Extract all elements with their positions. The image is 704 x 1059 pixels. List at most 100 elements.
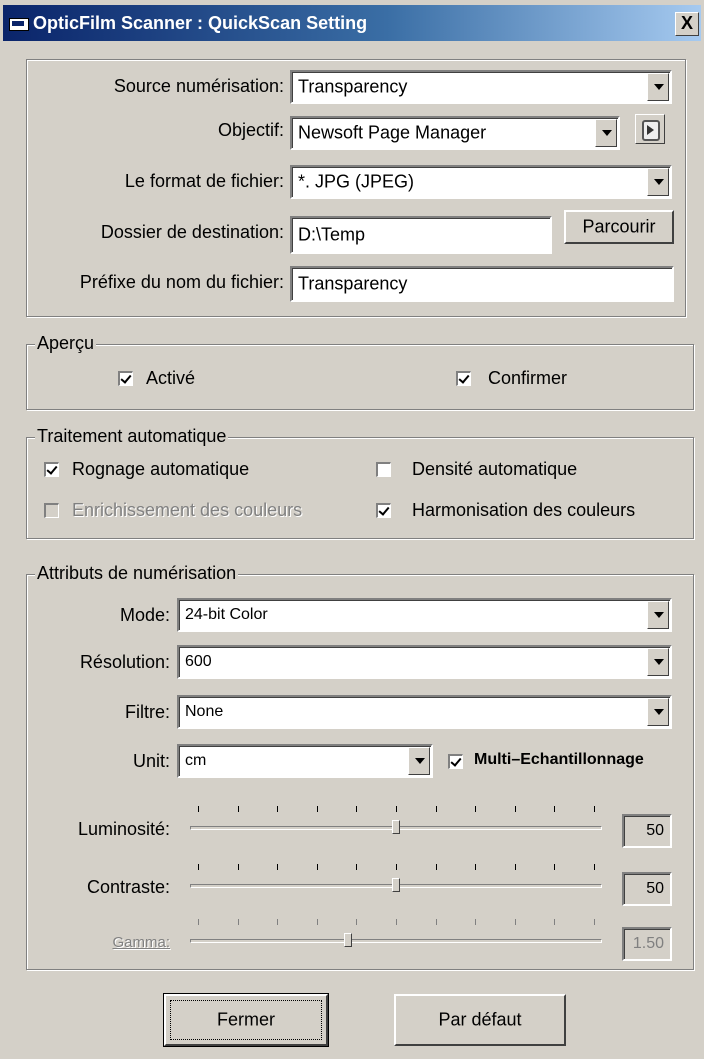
slider-tick	[435, 919, 437, 925]
slider-tick	[594, 864, 595, 870]
mode-label: Mode:	[119, 605, 170, 625]
dest-folder-label: Dossier de destination:	[100, 222, 284, 242]
unit-value: cm	[185, 752, 207, 769]
filter-label: Filtre:	[125, 702, 170, 722]
close-dialog-button-label: Fermer	[217, 1009, 275, 1030]
resolution-label: Résolution:	[79, 652, 170, 672]
window-icon	[9, 18, 29, 31]
multisample-checkbox[interactable]	[448, 754, 463, 769]
objective-value: Newsoft Page Manager	[298, 122, 487, 143]
quickscan-setting-dialog: OpticFilm Scanner : QuickScan Setting X …	[0, 0, 704, 1059]
close-dialog-button[interactable]: Fermer	[163, 993, 329, 1047]
slider-tick	[316, 919, 318, 925]
contrast-label: Contraste:	[86, 877, 170, 897]
resolution-value: 600	[185, 653, 212, 670]
default-button[interactable]: Par défaut	[394, 994, 566, 1046]
slider-tick	[198, 919, 199, 925]
color-harmony-checkbox[interactable]	[376, 503, 391, 518]
unit-select[interactable]: cm	[177, 744, 433, 778]
auto-density-checkbox[interactable]	[376, 462, 391, 477]
file-format-value: *. JPG (JPEG)	[298, 171, 415, 192]
browse-button[interactable]: Parcourir	[564, 210, 674, 244]
contrast-value-box: 50	[622, 872, 672, 906]
slider-tick	[554, 806, 556, 812]
close-button[interactable]: X	[675, 12, 699, 36]
slider-tick	[554, 919, 556, 925]
filter-value: None	[185, 703, 224, 720]
gamma-value: 1.50	[632, 935, 664, 952]
brightness-label: Luminosité:	[77, 819, 170, 839]
source-label: Source numérisation:	[113, 76, 284, 96]
auto-crop-checkbox[interactable]	[44, 462, 59, 477]
auto-processing-group: Traitement automatique	[26, 426, 694, 539]
slider-tick	[277, 806, 279, 812]
chevron-down-icon[interactable]	[647, 648, 669, 676]
resolution-select[interactable]: 600	[177, 645, 672, 679]
slider-tick	[356, 919, 358, 925]
default-button-label: Par défaut	[438, 1009, 522, 1030]
contrast-slider[interactable]	[190, 864, 602, 904]
slider-tick	[396, 806, 397, 812]
slider-tick	[277, 919, 279, 925]
preview-confirm-label: Confirmer	[488, 368, 568, 388]
slider-tick	[594, 806, 595, 812]
color-enrichment-checkbox[interactable]	[44, 503, 59, 518]
slider-tick	[475, 919, 477, 925]
preview-enabled-checkbox[interactable]	[118, 371, 133, 386]
slider-tick	[316, 864, 318, 870]
slider-tick	[316, 806, 318, 812]
slider-tick	[475, 864, 477, 870]
preview-legend: Aperçu	[35, 333, 97, 354]
file-prefix-value: Transparency	[298, 273, 408, 294]
objective-select[interactable]: Newsoft Page Manager	[290, 116, 620, 150]
browse-button-label: Parcourir	[582, 216, 656, 237]
objective-label: Objectif:	[217, 120, 284, 140]
file-format-select[interactable]: *. JPG (JPEG)	[290, 165, 672, 199]
contrast-value: 50	[646, 880, 664, 897]
slider-thumb[interactable]	[392, 878, 400, 892]
chevron-down-icon[interactable]	[647, 73, 669, 101]
slider-tick	[237, 806, 239, 812]
chevron-down-icon[interactable]	[408, 747, 430, 775]
destination-app-icon[interactable]	[635, 114, 665, 144]
brightness-value-box: 50	[622, 814, 672, 848]
chevron-down-icon[interactable]	[647, 601, 669, 629]
dest-folder-input[interactable]: D:\Temp	[290, 216, 552, 254]
slider-tick	[514, 919, 516, 925]
slider-thumb[interactable]	[392, 820, 400, 834]
title-bar[interactable]: OpticFilm Scanner : QuickScan Setting X	[3, 5, 701, 41]
auto-density-label: Densité automatique	[412, 459, 578, 479]
preview-confirm-checkbox[interactable]	[456, 371, 471, 386]
dest-folder-value: D:\Temp	[298, 224, 366, 245]
slider-tick	[594, 919, 595, 925]
slider-tick	[435, 806, 437, 812]
slider-tick	[435, 864, 437, 870]
slider-tick	[356, 864, 358, 870]
slider-tick	[198, 864, 199, 870]
brightness-slider[interactable]	[190, 806, 602, 846]
slider-track	[190, 939, 602, 943]
chevron-down-icon[interactable]	[647, 698, 669, 726]
chevron-down-icon[interactable]	[647, 168, 669, 196]
slider-tick	[237, 864, 239, 870]
mode-value: 24-bit Color	[185, 606, 268, 623]
source-select[interactable]: Transparency	[290, 70, 672, 104]
file-format-label: Le format de fichier:	[124, 171, 284, 191]
color-enrichment-label: Enrichissement des couleurs	[72, 500, 303, 520]
slider-tick	[198, 806, 199, 812]
window-title: OpticFilm Scanner : QuickScan Setting	[33, 13, 368, 33]
slider-thumb[interactable]	[344, 933, 353, 947]
mode-select[interactable]: 24-bit Color	[177, 598, 672, 632]
slider-tick	[356, 806, 358, 812]
filter-select[interactable]: None	[177, 695, 672, 729]
slider-tick	[396, 864, 397, 870]
file-prefix-label: Préfixe du nom du fichier:	[79, 272, 284, 292]
chevron-down-icon[interactable]	[595, 119, 617, 147]
scan-attributes-legend: Attributs de numérisation	[35, 563, 239, 584]
gamma-slider[interactable]	[190, 919, 602, 959]
slider-tick	[277, 864, 279, 870]
multisample-label: Multi–Echantillonnage	[474, 751, 644, 768]
slider-tick	[554, 864, 556, 870]
file-prefix-input[interactable]: Transparency	[290, 266, 674, 302]
slider-tick	[475, 806, 477, 812]
